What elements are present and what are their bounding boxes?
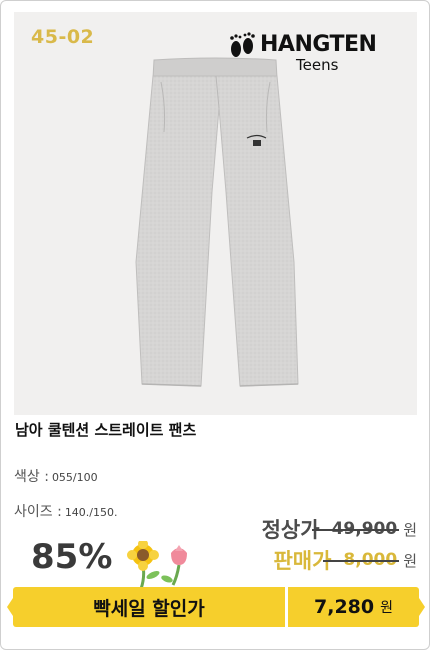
brand-name: HANGTEN [260, 32, 377, 57]
sale-banner[interactable]: 빡세일 할인가 7,280 원 [7, 587, 425, 627]
regular-price-amount: 49,900 [311, 519, 399, 539]
color-label: 색상 : [14, 469, 49, 485]
final-price-currency: 원 [380, 600, 393, 616]
sale-price-amount: 8,000 [323, 550, 399, 570]
sale-price-currency: 원 [403, 551, 417, 570]
flowers-icon [127, 541, 187, 589]
spec-size: 사이즈 :140./150. [14, 501, 118, 521]
banner-price-box: 7,280 원 [288, 587, 425, 627]
size-label: 사이즈 : [14, 504, 62, 520]
brand-sub: Teens [296, 56, 339, 74]
regular-price-row: 정상가 49,900 원 [262, 515, 417, 543]
banner-label-box: 빡세일 할인가 [7, 587, 285, 627]
footprint-icon [230, 32, 255, 57]
product-photo[interactable]: 45-02 HANGTEN Teens [14, 12, 417, 415]
size-value: 140./150. [64, 506, 118, 519]
sale-price-row: 판매가 8,000 원 [273, 546, 417, 574]
product-card[interactable]: 45-02 HANGTEN Teens 남아 쿨텐션 스트레이트 팬츠 색상 :… [0, 0, 430, 650]
final-price-amount: 7,280 [314, 596, 375, 618]
regular-price-currency: 원 [403, 520, 417, 539]
brand-logo: HANGTEN Teens [228, 30, 393, 78]
discount-percent: 85% [31, 537, 113, 577]
product-code: 45-02 [31, 26, 95, 48]
product-title[interactable]: 남아 쿨텐션 스트레이트 팬츠 [15, 419, 196, 440]
banner-text: 빡세일 할인가 [93, 597, 205, 620]
color-value: 055/100 [51, 471, 98, 484]
spec-color: 색상 :055/100 [14, 466, 98, 486]
